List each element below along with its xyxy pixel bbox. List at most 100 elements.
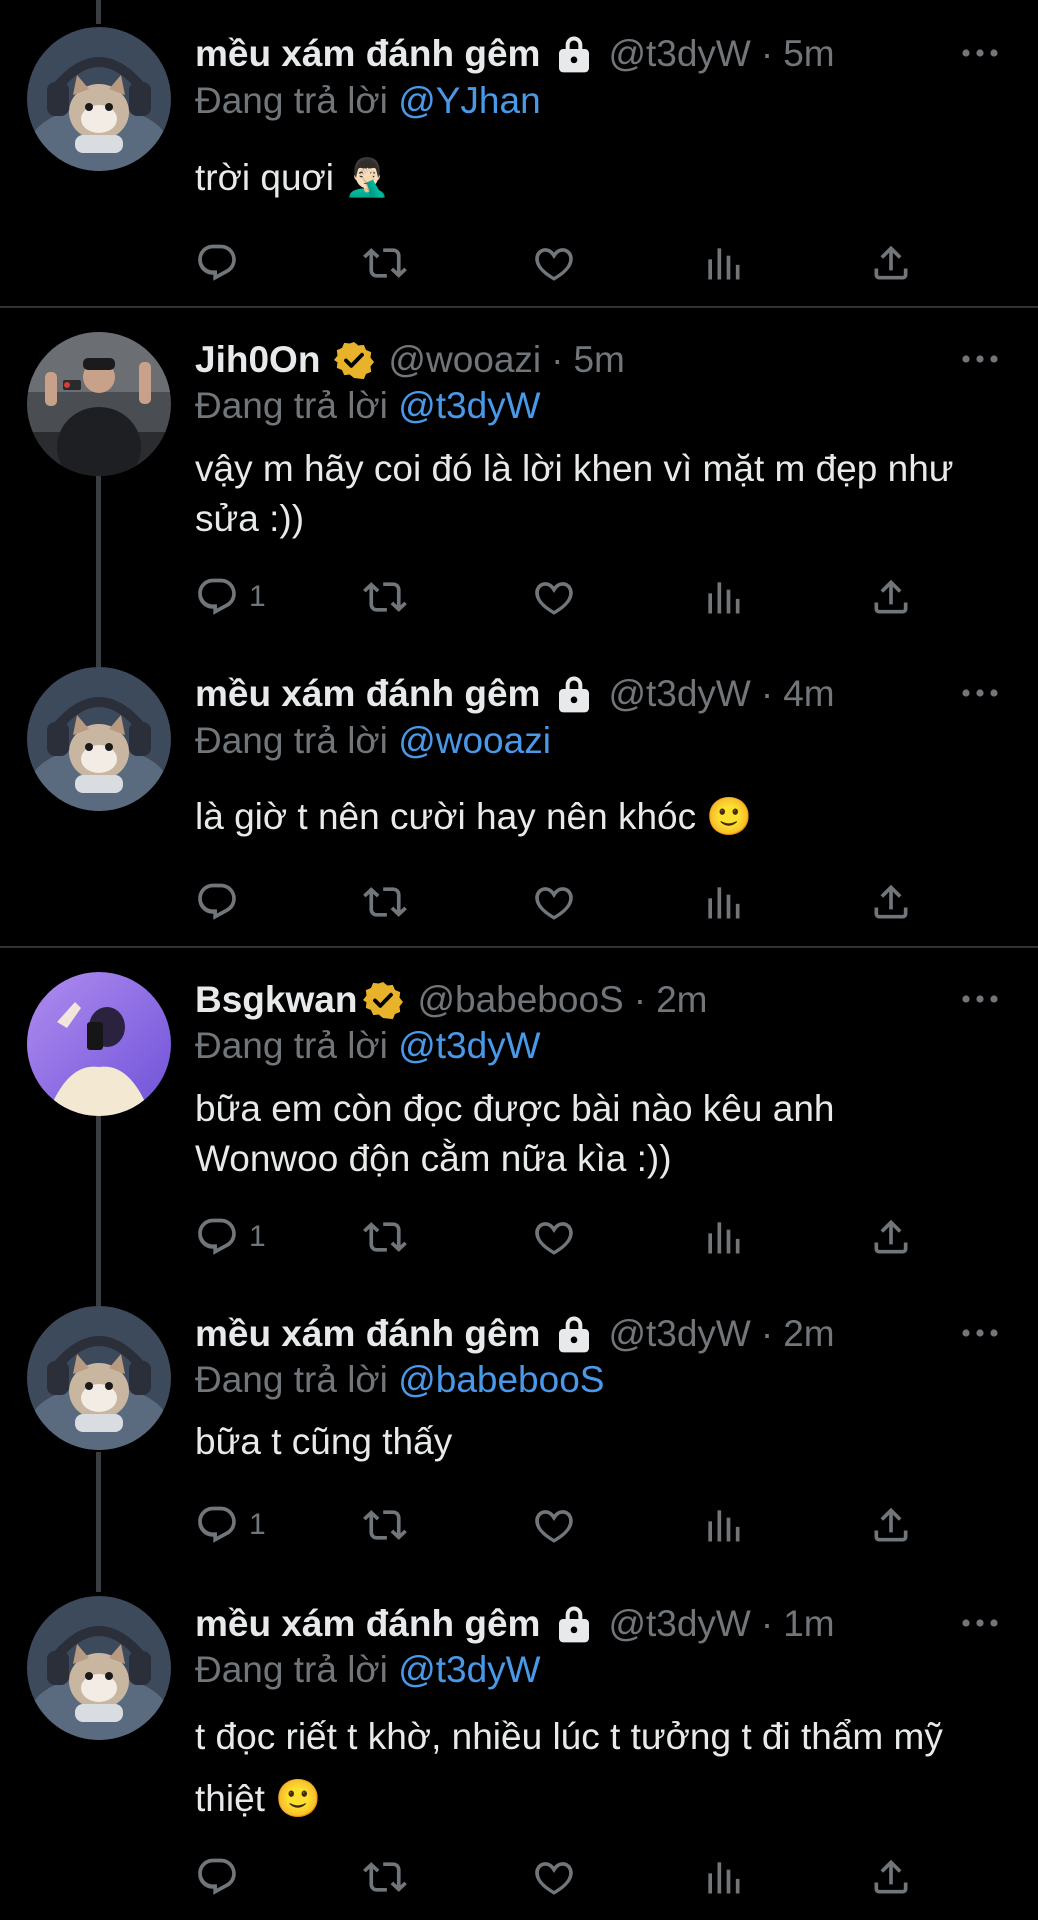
views-icon <box>701 1215 745 1259</box>
tweet[interactable]: Bsgkwan @babebooS · 2m Đang trả lời @t3d… <box>0 948 1038 1278</box>
reply-button[interactable] <box>195 238 249 288</box>
handle[interactable]: @t3dyW <box>608 673 750 715</box>
tweet-text: bữa t cũng thấy <box>195 1421 453 1462</box>
tweet-header: mều xám đánh gêm @t3dyW · 5m <box>195 30 968 78</box>
share-button[interactable] <box>869 238 913 288</box>
like-button[interactable] <box>532 572 576 622</box>
timestamp[interactable]: 1m <box>783 1603 834 1645</box>
timestamp[interactable]: 2m <box>656 979 707 1021</box>
share-icon <box>869 880 913 924</box>
replying-to: Đang trả lời @t3dyW <box>195 1649 541 1691</box>
display-name[interactable]: Bsgkwan <box>195 979 357 1021</box>
lock-icon <box>554 674 594 714</box>
views-button[interactable] <box>701 1852 745 1902</box>
display-name[interactable]: mều xám đánh gêm <box>195 33 540 75</box>
share-icon <box>869 241 913 285</box>
reply-count: 1 <box>249 1220 266 1253</box>
handle[interactable]: @babebooS <box>417 979 623 1021</box>
reply-icon <box>195 880 239 924</box>
mention-link[interactable]: @t3dyW <box>398 1649 540 1690</box>
display-name[interactable]: mều xám đánh gêm <box>195 673 540 715</box>
mention-link[interactable]: @wooazi <box>398 720 551 761</box>
retweet-button[interactable] <box>363 1852 407 1902</box>
more-icon[interactable] <box>960 683 1000 703</box>
like-button[interactable] <box>532 1212 576 1262</box>
reply-icon <box>195 1855 239 1899</box>
views-button[interactable] <box>701 877 745 927</box>
avatar[interactable] <box>27 667 171 811</box>
tweet[interactable]: mều xám đánh gêm @t3dyW · 5m Đang trả lờ… <box>0 0 1038 306</box>
retweet-icon <box>363 1855 407 1899</box>
share-button[interactable] <box>869 572 913 622</box>
reply-button[interactable] <box>195 877 249 927</box>
more-icon[interactable] <box>960 43 1000 63</box>
reply-button[interactable]: 1 <box>195 572 266 622</box>
share-button[interactable] <box>869 1500 913 1550</box>
avatar[interactable] <box>27 1306 171 1450</box>
retweet-button[interactable] <box>363 1500 407 1550</box>
more-icon[interactable] <box>960 349 1000 369</box>
reply-icon <box>195 241 239 285</box>
retweet-button[interactable] <box>363 1212 407 1262</box>
reply-button[interactable] <box>195 1852 249 1902</box>
timestamp[interactable]: 4m <box>783 673 834 715</box>
replying-to-label: Đang trả lời <box>195 1025 388 1066</box>
tweet[interactable]: mều xám đánh gêm @t3dyW · 4m Đang trả lờ… <box>0 640 1038 946</box>
more-icon[interactable] <box>960 989 1000 1009</box>
replying-to-label: Đang trả lời <box>195 720 388 761</box>
tweet-header: Bsgkwan @babebooS · 2m <box>195 976 968 1024</box>
retweet-button[interactable] <box>363 877 407 927</box>
avatar[interactable] <box>27 27 171 171</box>
handle[interactable]: @t3dyW <box>608 1313 750 1355</box>
views-button[interactable] <box>701 572 745 622</box>
mention-link[interactable]: @t3dyW <box>398 1025 540 1066</box>
handle[interactable]: @t3dyW <box>608 1603 750 1645</box>
reply-button[interactable]: 1 <box>195 1212 266 1262</box>
replying-to-label: Đang trả lời <box>195 80 388 121</box>
like-button[interactable] <box>532 1500 576 1550</box>
tweet-header: mều xám đánh gêm @t3dyW · 4m <box>195 670 968 718</box>
replying-to-label: Đang trả lời <box>195 385 388 426</box>
avatar[interactable] <box>27 972 171 1116</box>
like-button[interactable] <box>532 238 576 288</box>
action-bar <box>195 238 925 288</box>
tweet[interactable]: mều xám đánh gêm @t3dyW · 1m Đang trả lờ… <box>0 1570 1038 1920</box>
action-bar: 1 <box>195 1212 925 1262</box>
handle[interactable]: @t3dyW <box>608 33 750 75</box>
views-button[interactable] <box>701 1500 745 1550</box>
share-button[interactable] <box>869 1212 913 1262</box>
lock-icon <box>554 1314 594 1354</box>
handle[interactable]: @wooazi <box>388 339 541 381</box>
share-button[interactable] <box>869 1852 913 1902</box>
avatar[interactable] <box>27 1596 171 1740</box>
retweet-button[interactable] <box>363 238 407 288</box>
mention-link[interactable]: @YJhan <box>398 80 540 121</box>
timestamp[interactable]: 5m <box>783 33 834 75</box>
views-button[interactable] <box>701 238 745 288</box>
mention-link[interactable]: @t3dyW <box>398 385 540 426</box>
display-name[interactable]: mều xám đánh gêm <box>195 1603 540 1645</box>
like-button[interactable] <box>532 877 576 927</box>
like-button[interactable] <box>532 1852 576 1902</box>
tweet[interactable]: mều xám đánh gêm @t3dyW · 2m Đang trả lờ… <box>0 1280 1038 1570</box>
more-icon[interactable] <box>960 1613 1000 1633</box>
share-button[interactable] <box>869 877 913 927</box>
display-name[interactable]: Jih0On <box>195 339 320 381</box>
tweet-header: mều xám đánh gêm @t3dyW · 1m <box>195 1600 968 1648</box>
avatar[interactable] <box>27 332 171 476</box>
more-icon[interactable] <box>960 1323 1000 1343</box>
reply-icon <box>195 1503 239 1547</box>
reply-count: 1 <box>249 580 266 613</box>
retweet-button[interactable] <box>363 572 407 622</box>
share-icon <box>869 1855 913 1899</box>
timestamp[interactable]: 2m <box>783 1313 834 1355</box>
reply-button[interactable]: 1 <box>195 1500 266 1550</box>
display-name[interactable]: mều xám đánh gêm <box>195 1313 540 1355</box>
tweet[interactable]: Jih0On @wooazi · 5m Đang trả lời @t3dyW … <box>0 308 1038 638</box>
heart-icon <box>532 1855 576 1899</box>
retweet-icon <box>363 1215 407 1259</box>
mention-link[interactable]: @babebooS <box>398 1359 604 1400</box>
views-button[interactable] <box>701 1212 745 1262</box>
timestamp[interactable]: 5m <box>573 339 624 381</box>
replying-to: Đang trả lời @babebooS <box>195 1359 604 1401</box>
